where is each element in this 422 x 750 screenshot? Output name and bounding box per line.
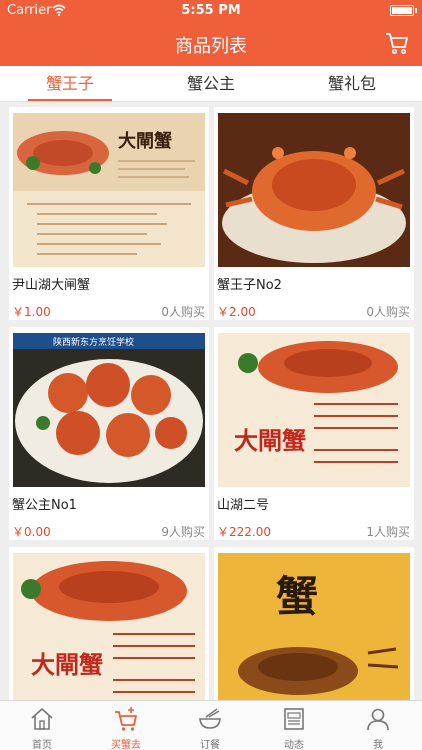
user-icon <box>367 708 389 731</box>
product-image-caption: 陕西新东方烹饪学校 <box>53 336 134 348</box>
bottom-tab-bar: 首页 买蟹去 订餐 动态 我 <box>0 700 422 750</box>
product-card[interactable]: 大閘蟹 尹山湖大闸蟹 ￥1.00 0人购买 <box>9 107 209 320</box>
status-bar: Carrier 5:55 PM <box>0 0 422 22</box>
product-image-caption: 蟹 <box>276 572 318 621</box>
product-image-caption: 大閘蟹 <box>234 426 306 455</box>
tabbar-label: 订餐 <box>200 740 220 750</box>
product-image: 陕西新东方烹饪学校 <box>13 333 205 487</box>
product-image: 大閘蟹 <box>13 553 205 700</box>
product-name: 山湖二号 <box>217 498 270 513</box>
product-name: 蟹公主No1 <box>12 498 77 513</box>
tab-xie-wangzi[interactable]: 蟹王子 <box>0 66 140 102</box>
product-name: 蟹王子No2 <box>217 278 282 293</box>
battery-icon <box>390 5 417 16</box>
home-icon <box>31 708 53 730</box>
product-price: ￥1.00 <box>12 305 51 319</box>
product-price: ￥222.00 <box>217 525 271 539</box>
tabbar-label: 买蟹去 <box>111 740 141 750</box>
tabbar-item-home[interactable]: 首页 <box>0 701 84 750</box>
product-card[interactable]: 大閘蟹 <box>9 547 209 700</box>
product-buyers: 1人购买 <box>366 525 410 539</box>
tabbar-label: 我 <box>373 740 383 750</box>
product-card[interactable]: 蟹王子No2 ￥2.00 0人购买 <box>214 107 414 320</box>
product-price: ￥0.00 <box>12 525 51 539</box>
category-tabs: 蟹王子 蟹公主 蟹礼包 <box>0 66 422 102</box>
product-image: 蟹 <box>218 553 410 700</box>
product-image: 大閘蟹 <box>218 333 410 487</box>
product-image <box>218 113 410 267</box>
news-icon <box>284 708 304 730</box>
tabbar-item-news[interactable]: 动态 <box>252 701 336 750</box>
cart-icon[interactable] <box>384 30 410 56</box>
tab-xie-libao[interactable]: 蟹礼包 <box>282 66 422 102</box>
product-name: 尹山湖大闸蟹 <box>12 278 91 293</box>
tabbar-item-me[interactable]: 我 <box>336 701 420 750</box>
tab-xie-gongzhu[interactable]: 蟹公主 <box>141 66 281 102</box>
tabbar-item-order[interactable]: 订餐 <box>168 701 252 750</box>
product-image-caption: 大閘蟹 <box>31 650 103 679</box>
product-image-caption: 大閘蟹 <box>118 130 172 152</box>
product-card[interactable]: 陕西新东方烹饪学校 蟹公主No1 ￥0.00 9人购买 <box>9 327 209 540</box>
active-tab-indicator <box>28 99 112 101</box>
tabbar-label: 动态 <box>284 740 304 750</box>
page-title: 商品列表 <box>175 36 247 57</box>
product-grid[interactable]: 大閘蟹 尹山湖大闸蟹 ￥1.00 0人购买 蟹王子No2 ￥2.00 0人购买 … <box>0 102 422 700</box>
product-card[interactable]: 蟹 <box>214 547 414 700</box>
product-price: ￥2.00 <box>217 305 256 319</box>
navigation-bar: 商品列表 <box>0 22 422 66</box>
product-buyers: 0人购买 <box>161 305 205 319</box>
product-card[interactable]: 大閘蟹 山湖二号 ￥222.00 1人购买 <box>214 327 414 540</box>
tabbar-item-buy[interactable]: 买蟹去 <box>84 701 168 750</box>
tabbar-label: 首页 <box>32 740 52 750</box>
cart-icon <box>115 707 137 731</box>
bowl-icon <box>199 708 221 729</box>
product-image: 大閘蟹 <box>13 113 205 267</box>
product-buyers: 9人购买 <box>161 525 205 539</box>
product-buyers: 0人购买 <box>366 305 410 319</box>
clock: 5:55 PM <box>181 3 241 18</box>
